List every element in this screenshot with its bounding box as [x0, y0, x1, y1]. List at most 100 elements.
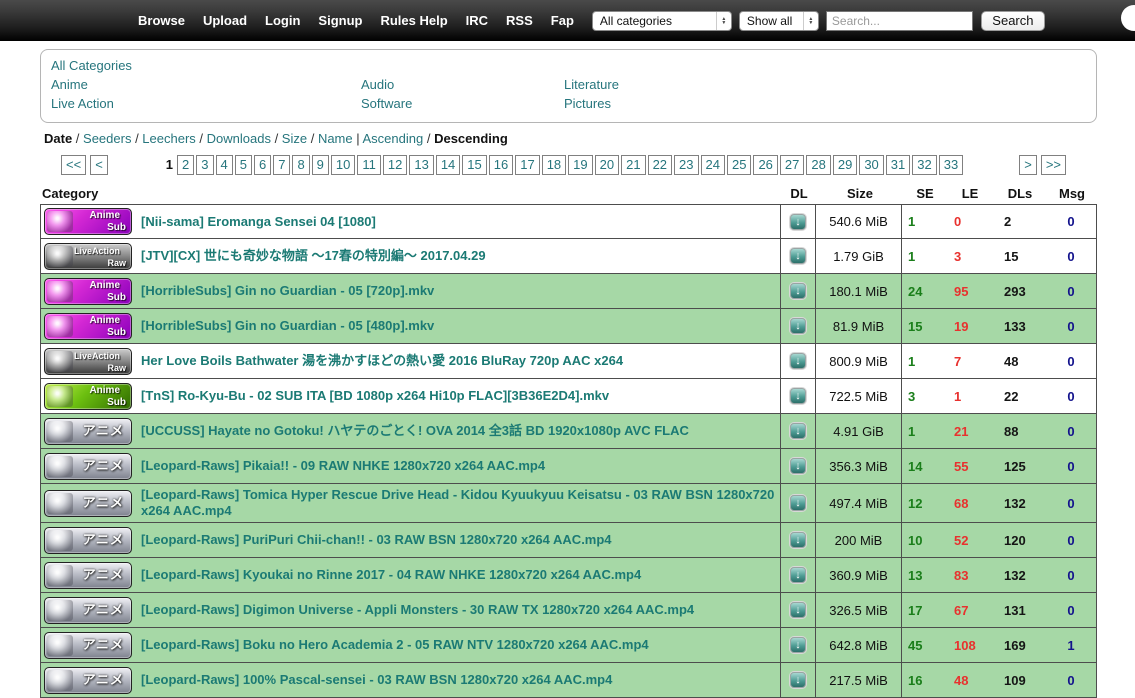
category-link-audio[interactable]: Audio	[361, 77, 564, 93]
torrent-title-link[interactable]: Her Love Boils Bathwater 湯を沸かすほどの熱い愛 201…	[141, 353, 623, 369]
category-link-anime[interactable]: Anime	[51, 77, 361, 93]
pagination-page-3[interactable]: 3	[196, 155, 213, 175]
category-badge-liveaction-raw[interactable]: LiveActionRaw	[44, 348, 132, 375]
category-badge-anime-raw[interactable]: アニメ	[44, 562, 132, 589]
pagination-page-4[interactable]: 4	[216, 155, 233, 175]
nav-link-login[interactable]: Login	[265, 13, 300, 28]
sort-link-date[interactable]: Date	[44, 131, 72, 146]
torrent-title-link[interactable]: [UCCUSS] Hayate no Gotoku! ハヤテのごとく! OVA …	[141, 423, 689, 439]
category-link-literature[interactable]: Literature	[564, 77, 1086, 93]
nav-link-rules-help[interactable]: Rules Help	[380, 13, 447, 28]
torrent-title-link[interactable]: [Leopard-Raws] Kyoukai no Rinne 2017 - 0…	[141, 567, 641, 583]
pagination-page-27[interactable]: 27	[780, 155, 804, 175]
sort-link-seeders[interactable]: Seeders	[83, 131, 131, 146]
download-icon[interactable]: ↓	[790, 458, 806, 474]
category-badge-anime-raw[interactable]: アニメ	[44, 632, 132, 659]
sort-order-descending[interactable]: Descending	[434, 131, 508, 146]
pagination-next-button[interactable]: >	[1019, 155, 1037, 175]
pagination-page-21[interactable]: 21	[621, 155, 645, 175]
download-icon[interactable]: ↓	[790, 353, 806, 369]
category-link-live-action[interactable]: Live Action	[51, 96, 361, 112]
download-icon[interactable]: ↓	[790, 672, 806, 688]
pagination-page-5[interactable]: 5	[235, 155, 252, 175]
sort-link-name[interactable]: Name	[318, 131, 353, 146]
download-icon[interactable]: ↓	[790, 567, 806, 583]
pagination-page-31[interactable]: 31	[886, 155, 910, 175]
sort-link-leechers[interactable]: Leechers	[142, 131, 195, 146]
nav-link-rss[interactable]: RSS	[506, 13, 533, 28]
nav-link-signup[interactable]: Signup	[318, 13, 362, 28]
nav-link-browse[interactable]: Browse	[138, 13, 185, 28]
category-link-pictures[interactable]: Pictures	[564, 96, 1086, 112]
pagination-page-2[interactable]: 2	[177, 155, 194, 175]
pagination-page-18[interactable]: 18	[542, 155, 566, 175]
pagination-page-19[interactable]: 19	[568, 155, 592, 175]
category-badge-anime-sub-purple[interactable]: AnimeSub	[44, 313, 132, 340]
pagination-page-11[interactable]: 11	[357, 155, 381, 175]
pagination-page-16[interactable]: 16	[489, 155, 513, 175]
pagination-page-24[interactable]: 24	[701, 155, 725, 175]
pagination-page-30[interactable]: 30	[859, 155, 883, 175]
torrent-title-link[interactable]: [TnS] Ro-Kyu-Bu - 02 SUB ITA [BD 1080p x…	[141, 388, 609, 404]
category-select[interactable]: All categories ▲▼	[592, 11, 732, 31]
category-badge-anime-raw[interactable]: アニメ	[44, 418, 132, 445]
torrent-title-link[interactable]: [Leopard-Raws] Digimon Universe - Appli …	[141, 602, 694, 618]
torrent-title-link[interactable]: [HorribleSubs] Gin no Guardian - 05 [480…	[141, 318, 434, 334]
pagination-page-10[interactable]: 10	[331, 155, 355, 175]
category-badge-anime-raw[interactable]: アニメ	[44, 490, 132, 517]
torrent-title-link[interactable]: [Nii-sama] Eromanga Sensei 04 [1080]	[141, 214, 376, 230]
show-filter-select[interactable]: Show all ▲▼	[739, 11, 819, 31]
pagination-page-9[interactable]: 9	[312, 155, 329, 175]
nav-link-irc[interactable]: IRC	[466, 13, 488, 28]
category-badge-anime-raw[interactable]: アニメ	[44, 667, 132, 694]
torrent-title-link[interactable]: [Leopard-Raws] Boku no Hero Academia 2 -…	[141, 637, 649, 653]
pagination-page-6[interactable]: 6	[254, 155, 271, 175]
pagination-page-8[interactable]: 8	[292, 155, 309, 175]
download-icon[interactable]: ↓	[790, 248, 806, 264]
sort-link-size[interactable]: Size	[282, 131, 307, 146]
pagination-page-14[interactable]: 14	[436, 155, 460, 175]
torrent-title-link[interactable]: [Leopard-Raws] PuriPuri Chii-chan!! - 03…	[141, 532, 612, 548]
download-icon[interactable]: ↓	[790, 283, 806, 299]
torrent-title-link[interactable]: [JTV][CX] 世にも奇妙な物語 ～17春の特別編～ 2017.04.29	[141, 248, 486, 264]
download-icon[interactable]: ↓	[790, 495, 806, 511]
category-badge-anime-sub-green[interactable]: AnimeSub	[44, 383, 132, 410]
pagination-page-20[interactable]: 20	[595, 155, 619, 175]
pagination-page-15[interactable]: 15	[462, 155, 486, 175]
download-icon[interactable]: ↓	[790, 423, 806, 439]
search-button[interactable]: Search	[981, 11, 1045, 31]
pagination-page-32[interactable]: 32	[912, 155, 936, 175]
category-badge-liveaction-raw[interactable]: LiveActionRaw	[44, 243, 132, 270]
category-badge-anime-sub-purple[interactable]: AnimeSub	[44, 208, 132, 235]
pagination-page-7[interactable]: 7	[273, 155, 290, 175]
pagination-page-13[interactable]: 13	[409, 155, 433, 175]
nav-link-fap[interactable]: Fap	[551, 13, 574, 28]
torrent-title-link[interactable]: [HorribleSubs] Gin no Guardian - 05 [720…	[141, 283, 434, 299]
download-icon[interactable]: ↓	[790, 318, 806, 334]
category-badge-anime-raw[interactable]: アニメ	[44, 453, 132, 480]
pagination-page-17[interactable]: 17	[515, 155, 539, 175]
pagination-page-33[interactable]: 33	[939, 155, 963, 175]
category-badge-anime-sub-purple[interactable]: AnimeSub	[44, 278, 132, 305]
torrent-title-link[interactable]: [Leopard-Raws] 100% Pascal-sensei - 03 R…	[141, 672, 612, 688]
nav-link-upload[interactable]: Upload	[203, 13, 247, 28]
pagination-page-23[interactable]: 23	[674, 155, 698, 175]
sort-order-ascending[interactable]: Ascending	[363, 131, 424, 146]
pagination-page-25[interactable]: 25	[727, 155, 751, 175]
download-icon[interactable]: ↓	[790, 532, 806, 548]
download-icon[interactable]: ↓	[790, 214, 806, 230]
category-link-software[interactable]: Software	[361, 96, 564, 112]
torrent-title-link[interactable]: [Leopard-Raws] Tomica Hyper Rescue Drive…	[141, 487, 776, 519]
download-icon[interactable]: ↓	[790, 388, 806, 404]
pagination-page-29[interactable]: 29	[833, 155, 857, 175]
sort-link-downloads[interactable]: Downloads	[207, 131, 271, 146]
category-badge-anime-raw[interactable]: アニメ	[44, 527, 132, 554]
pagination-last-button[interactable]: >>	[1041, 155, 1066, 175]
pagination-page-26[interactable]: 26	[753, 155, 777, 175]
download-icon[interactable]: ↓	[790, 602, 806, 618]
category-badge-anime-raw[interactable]: アニメ	[44, 597, 132, 624]
pagination-prev-button[interactable]: <	[90, 155, 108, 175]
pagination-page-12[interactable]: 12	[383, 155, 407, 175]
pagination-page-28[interactable]: 28	[806, 155, 830, 175]
pagination-first-button[interactable]: <<	[61, 155, 86, 175]
